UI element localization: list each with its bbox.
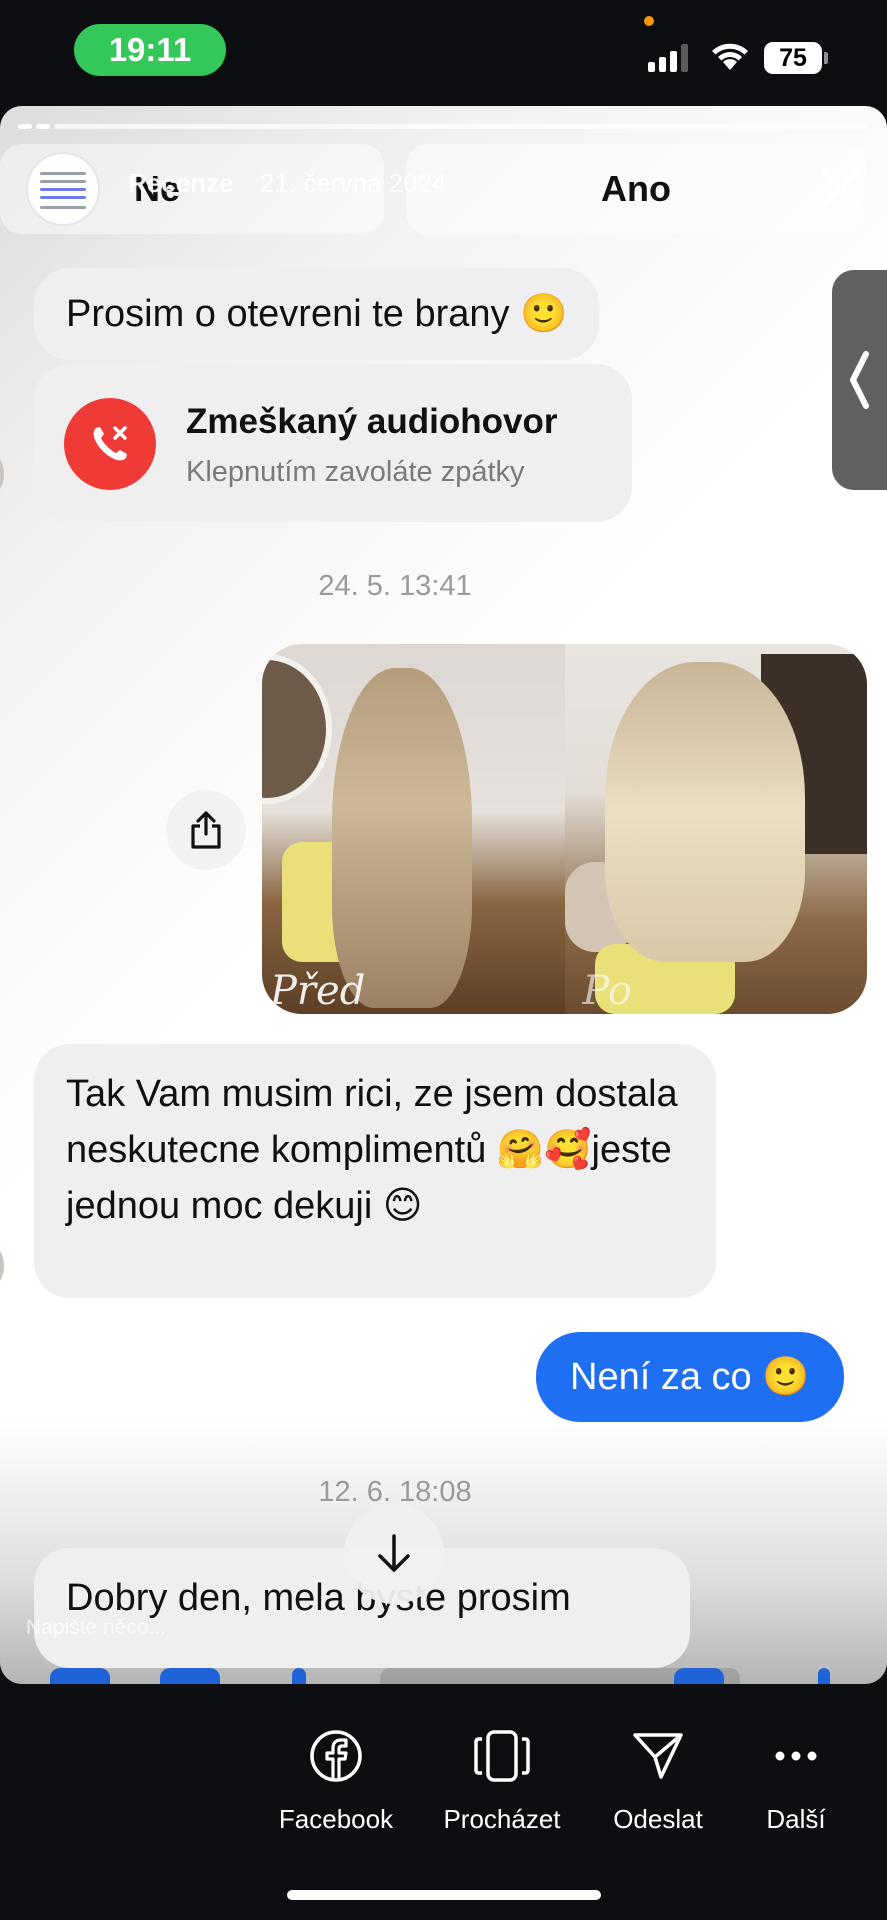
poll-option-yes[interactable]: Ano	[406, 144, 866, 234]
story-date: 21. června 2024	[260, 168, 447, 198]
more-icon	[766, 1726, 826, 1786]
message-text: Tak Vam musim rici, ze jsem dostala nesk…	[66, 1073, 678, 1227]
story-card[interactable]: Ne Ano Recenze 21. června 2024 Prosim o …	[0, 106, 887, 1684]
story-avatar[interactable]	[26, 152, 100, 226]
before-after-photo[interactable]: Před Po	[262, 644, 867, 1014]
sender-avatar	[0, 452, 4, 496]
compose-input[interactable]: Napište něco...	[26, 1616, 166, 1640]
home-indicator[interactable]	[287, 1890, 601, 1900]
story-progress-segment	[36, 124, 50, 129]
story-account-name[interactable]: Recenze	[128, 168, 234, 199]
missed-call-icon	[64, 398, 156, 490]
poll-option-yes-label: Ano	[601, 168, 671, 209]
photo-label-after: Po	[582, 968, 632, 1014]
share-browse-label: Procházet	[443, 1804, 561, 1834]
message-text: Dobry den, mela byste prosim	[66, 1577, 571, 1619]
story-progress-segment	[54, 124, 867, 129]
toolbar-edge	[292, 1668, 306, 1684]
scroll-to-bottom-button[interactable]	[344, 1504, 444, 1604]
message-timestamp: 24. 5. 13:41	[318, 570, 472, 602]
share-more-label: Další	[766, 1804, 826, 1834]
share-photo-button[interactable]	[166, 790, 246, 870]
arrow-down-icon	[378, 1534, 410, 1572]
message-text: Prosim o otevreni te brany 🙂	[66, 293, 568, 335]
chevron-left-icon	[850, 351, 869, 409]
share-facebook-label: Facebook	[278, 1804, 394, 1834]
story-progress	[18, 124, 867, 129]
sender-avatar	[0, 1244, 4, 1288]
share-send-label: Odeslat	[613, 1804, 703, 1834]
toolbar-edge	[818, 1668, 830, 1684]
toolbar-edge	[50, 1668, 110, 1684]
cellular-signal-icon	[648, 44, 688, 72]
message-incoming: Prosim o otevreni te brany 🙂	[34, 268, 600, 360]
close-icon[interactable]	[816, 164, 866, 214]
photo-label-before: Před	[270, 968, 366, 1014]
share-browse-button[interactable]: Procházet	[432, 1726, 572, 1838]
photo-detail	[604, 662, 805, 962]
missed-call-title: Zmeškaný audiohovor	[186, 402, 558, 441]
missed-call-subtitle: Klepnutím zavoláte zpátky	[186, 456, 525, 488]
send-icon	[628, 1726, 688, 1786]
browse-icon	[472, 1726, 532, 1786]
photo-detail	[262, 654, 332, 804]
share-more-button[interactable]: Další	[726, 1726, 866, 1838]
message-text: Není za co 🙂	[570, 1356, 810, 1398]
facebook-icon	[306, 1726, 366, 1786]
status-bar: 19:11 75	[0, 0, 887, 100]
side-panel-handle[interactable]	[832, 270, 887, 490]
photo-before: Před	[262, 644, 565, 1014]
share-sheet: Facebook Procházet Odeslat Další	[0, 1726, 887, 1838]
message-outgoing: Není za co 🙂	[536, 1332, 844, 1422]
toolbar-edge	[674, 1668, 724, 1684]
share-send-button[interactable]: Odeslat	[588, 1726, 728, 1838]
status-time[interactable]: 19:11	[74, 24, 226, 76]
photo-after: Po	[564, 644, 867, 1014]
story-progress-segment	[18, 124, 32, 129]
privacy-indicator-icon	[644, 16, 654, 26]
message-incoming: Tak Vam musim rici, ze jsem dostala nesk…	[34, 1044, 716, 1298]
share-facebook-button[interactable]: Facebook	[266, 1726, 406, 1838]
battery-icon: 75	[764, 42, 822, 74]
missed-call-card[interactable]: Zmeškaný audiohovor Klepnutím zavoláte z…	[34, 364, 632, 522]
toolbar-edge	[160, 1668, 220, 1684]
photo-detail	[332, 668, 472, 1008]
battery-nub	[824, 52, 828, 64]
share-icon	[191, 811, 221, 849]
wifi-icon	[712, 43, 748, 70]
